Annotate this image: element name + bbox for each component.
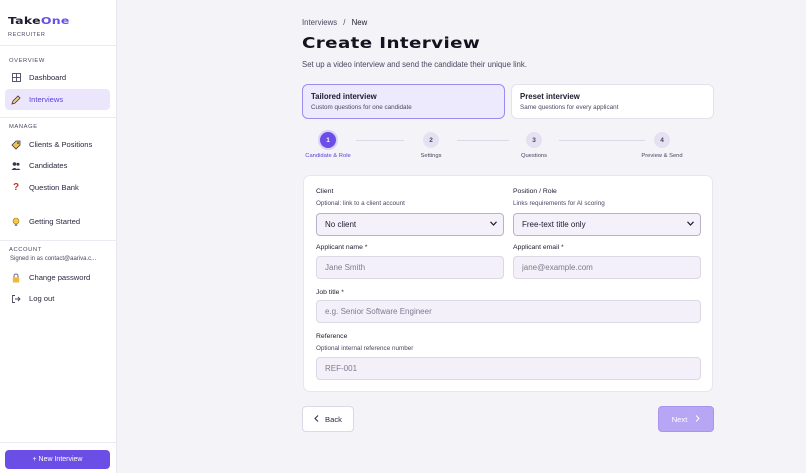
section-label-overview: OVERVIEW [9, 58, 45, 64]
sidebar-item-getting-started[interactable]: Getting Started [5, 211, 110, 232]
chevron-down-icon [490, 221, 497, 228]
step-label: Candidate & Role [305, 153, 351, 159]
breadcrumb: Interviews / New [302, 18, 367, 27]
sidebar: TakeOne RECRUITER OVERVIEW Dashboard Int… [0, 0, 117, 473]
client-label: Client [316, 188, 334, 195]
logout-icon [11, 294, 21, 304]
sidebar-item-change-password[interactable]: Change password [5, 267, 110, 288]
brand[interactable]: TakeOne RECRUITER [8, 11, 69, 38]
tailored-interview-option[interactable]: Tailored interview Custom questions for … [302, 84, 505, 119]
grid-icon [11, 73, 21, 83]
sidebar-item-label: Candidates [29, 161, 68, 170]
sidebar-item-label: Interviews [29, 95, 64, 104]
sidebar-divider [0, 442, 117, 443]
option-title: Tailored interview [311, 92, 377, 101]
people-icon [11, 161, 21, 171]
reference-input[interactable] [316, 357, 701, 380]
position-help: Links requirements for AI scoring [513, 200, 605, 207]
sidebar-divider [0, 117, 117, 118]
candidate-form-card: Client Optional: link to a client accoun… [303, 175, 713, 392]
step-number: 2 [423, 132, 439, 148]
job-title-input[interactable] [316, 300, 701, 323]
option-title: Preset interview [520, 92, 580, 101]
step-settings[interactable]: 2 Settings [391, 132, 471, 159]
preset-interview-option[interactable]: Preset interview Same questions for ever… [511, 84, 714, 119]
page-title: Create Interview [302, 34, 481, 52]
sidebar-item-label: Clients & Positions [29, 140, 93, 149]
sidebar-divider [0, 240, 117, 241]
reference-help: Optional internal reference number [316, 345, 414, 352]
breadcrumb-link-interviews[interactable]: Interviews [302, 18, 337, 27]
sidebar-item-logout[interactable]: Log out [5, 288, 110, 309]
sidebar-item-label: Change password [29, 273, 91, 282]
position-select-value: Free-text title only [522, 220, 586, 229]
breadcrumb-separator: / [343, 18, 346, 27]
reference-label: Reference [316, 333, 348, 340]
applicant-email-label: Applicant email * [513, 244, 564, 251]
back-button-label: Back [325, 414, 342, 424]
step-number: 1 [320, 132, 336, 148]
section-label-manage: MANAGE [9, 124, 38, 130]
next-button[interactable]: Next [658, 406, 714, 432]
lock-icon [11, 273, 21, 283]
next-button-label: Next [671, 414, 688, 424]
question-icon: ? [12, 182, 20, 193]
chevron-down-icon [687, 221, 694, 228]
chevron-right-icon [695, 414, 701, 424]
lightbulb-icon [11, 217, 21, 227]
back-button[interactable]: Back [302, 406, 354, 432]
applicant-name-input[interactable] [316, 256, 504, 279]
client-help: Optional: link to a client account [316, 200, 405, 207]
sidebar-item-dashboard[interactable]: Dashboard [5, 67, 110, 88]
option-description: Custom questions for one candidate [311, 104, 412, 111]
job-title-label: Job title * [316, 289, 344, 296]
pen-icon [11, 94, 21, 105]
sidebar-item-candidates[interactable]: Candidates [5, 155, 110, 176]
chevron-left-icon [314, 414, 319, 424]
position-select[interactable]: Free-text title only [513, 213, 701, 236]
step-candidate-role[interactable]: 1 Candidate & Role [288, 132, 368, 159]
page-subtitle: Set up a video interview and send the ca… [302, 60, 527, 69]
sidebar-item-label: Log out [29, 294, 55, 303]
position-label: Position / Role [513, 188, 557, 195]
step-label: Settings [420, 153, 442, 159]
new-interview-button[interactable]: + New Interview [5, 450, 110, 469]
sidebar-item-clients[interactable]: Clients & Positions [5, 134, 110, 155]
logo: TakeOne [8, 16, 70, 27]
option-description: Same questions for every applicant [520, 104, 619, 111]
tag-icon [11, 140, 21, 150]
signed-in-text: Signed in as contact@aariva.c... [10, 256, 97, 262]
step-number: 3 [526, 132, 542, 148]
sidebar-item-question-bank[interactable]: ? Question Bank [5, 177, 110, 198]
logo-subtitle: RECRUITER [8, 32, 46, 38]
sidebar-item-interviews[interactable]: Interviews [5, 89, 110, 110]
sidebar-item-label: Question Bank [29, 183, 79, 192]
step-questions[interactable]: 3 Questions [494, 132, 574, 159]
step-number: 4 [654, 132, 670, 148]
sidebar-item-label: Dashboard [29, 73, 67, 82]
client-select-value: No client [325, 220, 357, 229]
section-label-account: ACCOUNT [9, 247, 42, 253]
applicant-name-label: Applicant name * [316, 244, 368, 251]
step-label: Preview & Send [641, 153, 683, 159]
applicant-email-input[interactable] [513, 256, 701, 279]
breadcrumb-current: New [351, 18, 368, 27]
sidebar-divider [0, 45, 117, 46]
sidebar-item-label: Getting Started [29, 217, 81, 226]
client-select[interactable]: No client [316, 213, 504, 236]
step-label: Questions [520, 153, 548, 159]
step-preview-send[interactable]: 4 Preview & Send [622, 132, 702, 159]
